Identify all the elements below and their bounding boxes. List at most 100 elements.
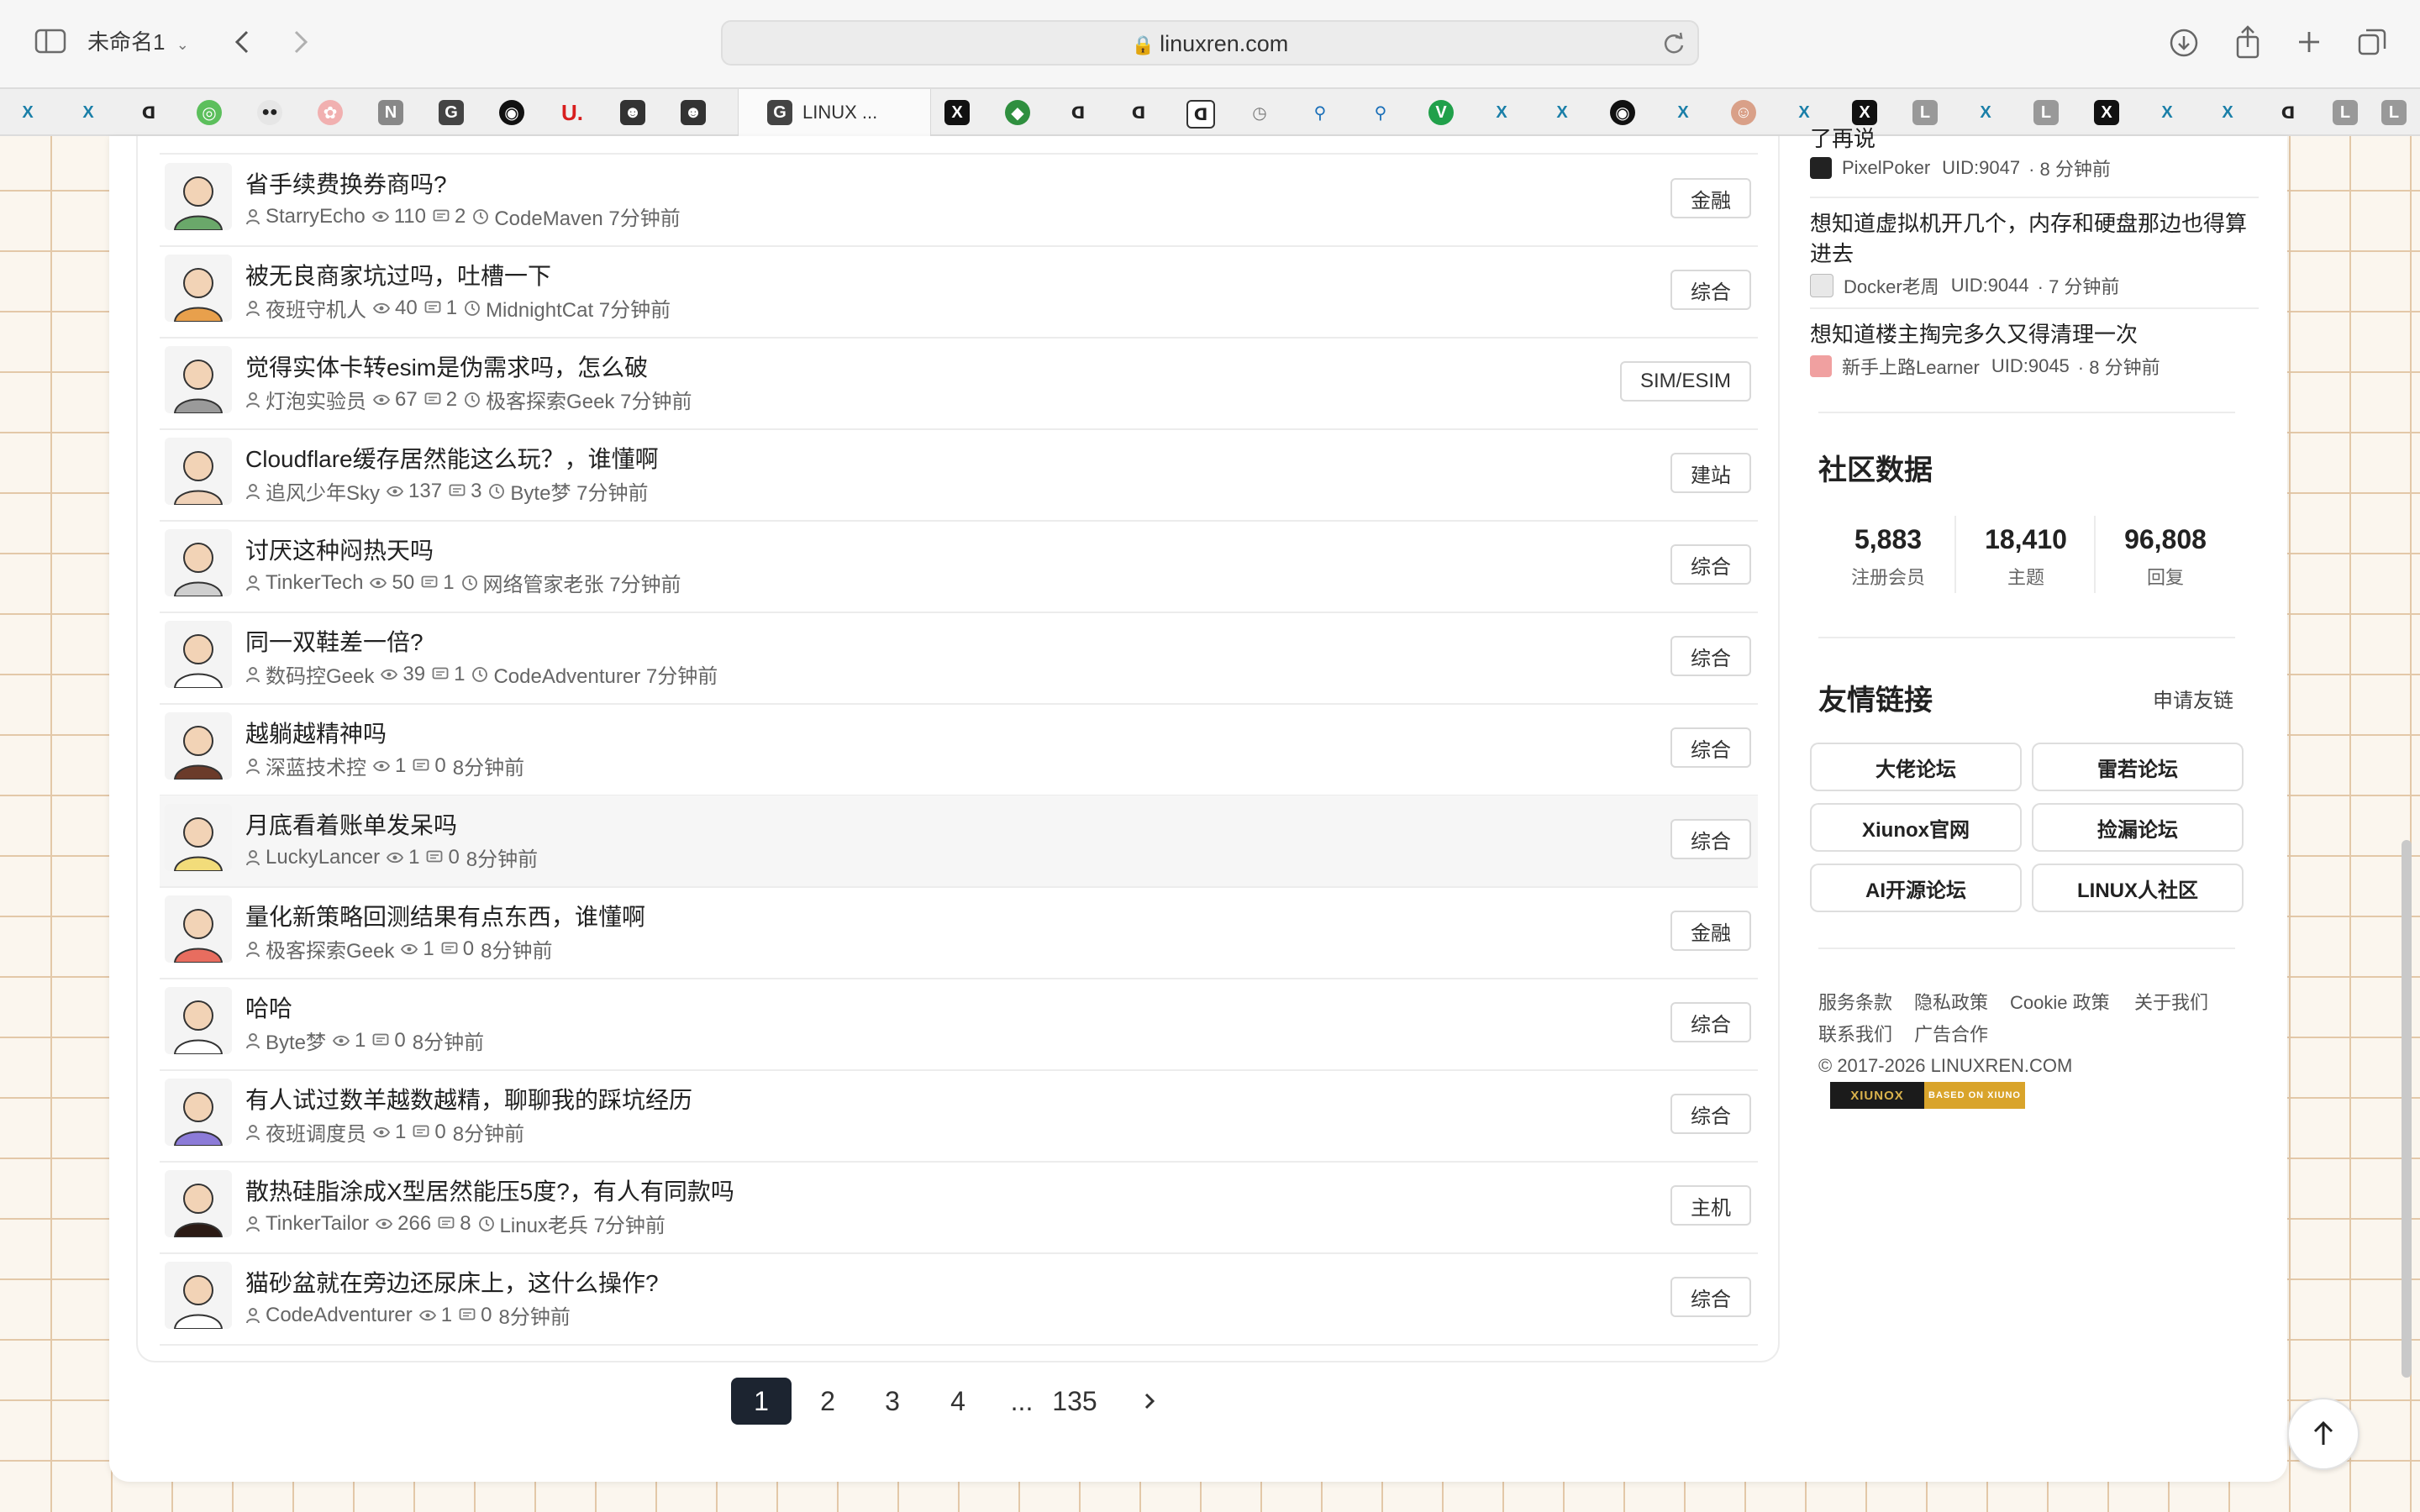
d-tab-icon[interactable]: ᗡ xyxy=(2275,100,2301,125)
topic-category-tag[interactable]: 主机 xyxy=(1670,1185,1751,1226)
topic-title[interactable]: Cloudflare缓存居然能这么玩？，谁懂啊 xyxy=(245,441,659,475)
topic-row[interactable]: 猫砂盆就在旁边还尿床上，这什么操作? CodeAdventurer 1 0 8分钟前 综合 xyxy=(160,1253,1758,1346)
topic-category-tag[interactable]: 综合 xyxy=(1670,1277,1751,1317)
footer-link-terms[interactable]: 服务条款 xyxy=(1818,988,1892,1015)
topic-row[interactable]: 哈哈 Byte梦 1 0 8分钟前 综合 xyxy=(160,979,1758,1071)
topic-title[interactable]: 哈哈 xyxy=(245,990,292,1024)
topic-row[interactable]: 月底看着账单发呆吗 LuckyLancer 1 0 8分钟前 综合 xyxy=(160,795,1758,888)
xiunox-badge[interactable]: XIUNOX BASED ON XIUNO xyxy=(1830,1082,2025,1109)
avatar[interactable] xyxy=(165,255,232,322)
clock-tab-icon[interactable]: ◷ xyxy=(1247,100,1272,125)
github-tab-icon[interactable]: ◉ xyxy=(1610,100,1635,125)
x-tab-icon[interactable]: X xyxy=(2154,100,2180,125)
page-1-button[interactable]: 1 xyxy=(731,1378,792,1425)
topic-category-tag[interactable]: 综合 xyxy=(1670,1002,1751,1042)
l-tab-icon[interactable]: L xyxy=(1912,100,1938,125)
friend-link-button[interactable]: AI开源论坛 xyxy=(1810,864,2022,912)
topic-category-tag[interactable]: 综合 xyxy=(1670,636,1751,676)
topic-author[interactable]: LuckyLancer xyxy=(266,846,380,869)
footer-link-cookie[interactable]: Cookie 政策 xyxy=(2010,988,2110,1015)
sidebar-toggle-icon[interactable] xyxy=(34,27,67,55)
topic-title[interactable]: 被无良商家坑过吗，吐槽一下 xyxy=(245,258,551,291)
topic-row[interactable]: 有人试过数羊越数越精，聊聊我的踩坑经历 夜班调度员 1 0 8分钟前 综合 xyxy=(160,1070,1758,1163)
back-to-top-button[interactable] xyxy=(2287,1398,2360,1470)
footer-link-about[interactable]: 关于我们 xyxy=(2134,988,2208,1015)
n-tab-icon[interactable]: N xyxy=(378,100,403,125)
new-tab-icon[interactable] xyxy=(2292,25,2326,59)
search-tab-icon[interactable]: ⚲ xyxy=(1307,100,1333,125)
friend-link-button[interactable]: 雷若论坛 xyxy=(2032,743,2244,791)
avatar[interactable] xyxy=(165,712,232,780)
u-tab-icon[interactable]: U. xyxy=(560,100,585,125)
topic-title[interactable]: 省手续费换券商吗? xyxy=(245,166,447,200)
l-tab-icon[interactable]: L xyxy=(2333,100,2358,125)
topic-row[interactable]: 量化新策略回测结果有点东西，谁懂啊 极客探索Geek 1 0 8分钟前 金融 xyxy=(160,887,1758,979)
topic-title[interactable]: 有人试过数羊越数越精，聊聊我的踩坑经历 xyxy=(245,1082,692,1116)
download-icon[interactable] xyxy=(2166,25,2202,60)
active-tab[interactable]: G LINUX ... xyxy=(738,89,931,136)
topic-author[interactable]: TinkerTech xyxy=(266,571,363,595)
topic-title[interactable]: 讨厌这种闷热天吗 xyxy=(245,533,434,566)
x-tab-icon[interactable]: X xyxy=(15,100,40,125)
topic-author[interactable]: 灯泡实验员 xyxy=(266,385,366,414)
topic-category-tag[interactable]: 金融 xyxy=(1670,178,1751,218)
topic-row[interactable]: 省手续费换券商吗? StarryEcho 110 2 CodeMaven 7分钟前 金融 xyxy=(160,155,1758,247)
footer-link-privacy[interactable]: 隐私政策 xyxy=(1914,988,1988,1015)
page-scrollbar[interactable] xyxy=(2402,840,2412,1378)
topic-row[interactable]: 散热硅脂涂成X型居然能压5度?，有人有同款吗 TinkerTailor 266 8 Li… xyxy=(160,1162,1758,1254)
l-tab-icon[interactable]: L xyxy=(2033,100,2059,125)
topic-row[interactable]: 被无良商家坑过吗，吐槽一下 夜班守机人 40 1 MidnightCat 7分钟前 综合 xyxy=(160,246,1758,339)
shield-tab-icon[interactable]: ◆ xyxy=(1005,100,1030,125)
green-hex-tab-icon[interactable]: ◎ xyxy=(197,100,222,125)
avatar[interactable] xyxy=(165,987,232,1054)
eyes-tab-icon[interactable]: ●● xyxy=(257,100,282,125)
avatar[interactable] xyxy=(165,346,232,413)
topic-title[interactable]: 量化新策略回测结果有点东西，谁懂啊 xyxy=(245,899,645,932)
recent-reply-item[interactable]: 想知道楼主掏完多久又得清理一次 新手上路Learner UID:9045 · 8… xyxy=(1810,319,2259,380)
topic-author[interactable]: Byte梦 xyxy=(266,1026,326,1055)
reload-icon[interactable] xyxy=(1662,32,1686,60)
back-icon[interactable] xyxy=(227,25,257,59)
topic-category-tag[interactable]: 金融 xyxy=(1670,911,1751,951)
x-tab-icon[interactable]: X xyxy=(1670,100,1696,125)
person-tab-icon[interactable]: ☻ xyxy=(620,100,645,125)
topic-row-partial[interactable] xyxy=(160,136,1758,155)
avatar[interactable] xyxy=(165,163,232,230)
x-tab-icon[interactable]: X xyxy=(2215,100,2240,125)
next-page-button[interactable] xyxy=(1124,1378,1175,1425)
page-2-button[interactable]: 2 xyxy=(802,1378,853,1425)
d-tab-icon[interactable]: ᗡ xyxy=(1126,100,1151,125)
topic-author[interactable]: 极客探索Geek xyxy=(266,934,394,963)
topic-title[interactable]: 散热硅脂涂成X型居然能压5度?，有人有同款吗 xyxy=(245,1173,734,1207)
topic-category-tag[interactable]: 综合 xyxy=(1670,727,1751,768)
x-tab-icon[interactable]: X xyxy=(1973,100,1998,125)
topic-row[interactable]: 同一双鞋差一倍? 数码控Geek 39 1 CodeAdventurer 7分钟前 综合 xyxy=(160,612,1758,705)
topic-category-tag[interactable]: 建站 xyxy=(1670,453,1751,493)
topic-category-tag[interactable]: SIM/ESIM xyxy=(1619,361,1751,402)
x-tab-icon[interactable]: X xyxy=(1489,100,1514,125)
mascot-tab-icon[interactable]: ✿ xyxy=(318,100,343,125)
topic-category-tag[interactable]: 综合 xyxy=(1670,819,1751,859)
avatar[interactable] xyxy=(165,895,232,963)
friend-link-button[interactable]: Xiunox官网 xyxy=(1810,803,2022,852)
topic-row[interactable]: 觉得实体卡转esim是伪需求吗，怎么破 灯泡实验员 67 2 极客探索Geek 7分钟前… xyxy=(160,338,1758,430)
topic-category-tag[interactable]: 综合 xyxy=(1670,1094,1751,1134)
topic-category-tag[interactable]: 综合 xyxy=(1670,270,1751,310)
page-last-button[interactable]: 135 xyxy=(1044,1378,1106,1425)
footer-link-contact[interactable]: 联系我们 xyxy=(1818,1020,1892,1047)
topic-row[interactable]: 越躺越精神吗 深蓝技术控 1 0 8分钟前 综合 xyxy=(160,704,1758,796)
recent-reply-item[interactable]: 想知道虚拟机开几个，内存和硬盘那边也得算进去 Docker老周 UID:9044… xyxy=(1810,208,2259,299)
topic-author[interactable]: CodeAdventurer xyxy=(266,1304,413,1327)
footer-link-ads[interactable]: 广告合作 xyxy=(1914,1020,1988,1047)
x-tab-icon[interactable]: X xyxy=(76,100,101,125)
topic-title[interactable]: 月底看着账单发呆吗 xyxy=(245,807,457,841)
address-bar[interactable]: 🔒 linuxren.com xyxy=(721,20,1699,66)
avatar[interactable] xyxy=(165,438,232,505)
topic-author[interactable]: 夜班调度员 xyxy=(266,1117,366,1147)
topic-author[interactable]: TinkerTailor xyxy=(266,1212,369,1236)
d-tab-icon[interactable]: ᗡ xyxy=(1065,100,1091,125)
tab-overview-icon[interactable] xyxy=(2354,25,2390,60)
topic-author[interactable]: 追风少年Sky xyxy=(266,476,380,506)
topic-author[interactable]: 数码控Geek xyxy=(266,659,374,689)
topic-author[interactable]: 夜班守机人 xyxy=(266,293,366,323)
